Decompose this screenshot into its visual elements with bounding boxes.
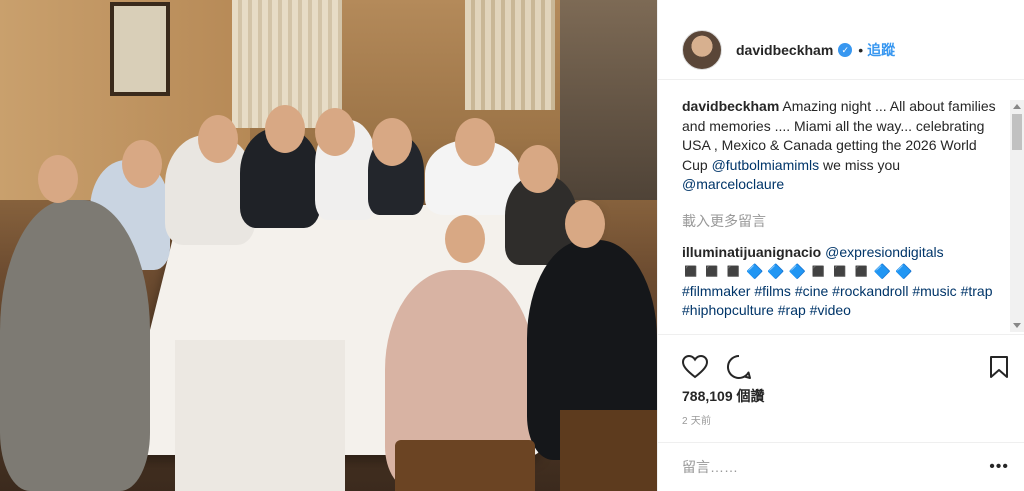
heart-icon[interactable] — [682, 354, 708, 379]
photo-person — [0, 200, 150, 491]
photo-face — [565, 200, 605, 248]
photo-face — [198, 115, 238, 163]
caption-username[interactable]: davidbeckham — [682, 98, 779, 114]
header-username[interactable]: davidbeckham — [736, 42, 833, 58]
scrollbar-thumb[interactable] — [1012, 114, 1022, 150]
comment-hashtag[interactable]: #rockandroll — [832, 283, 908, 299]
post-photo[interactable] — [0, 0, 657, 491]
photo-tablecloth — [175, 340, 345, 491]
comments-scrollbar[interactable] — [1010, 100, 1024, 332]
comment-hashtag[interactable]: #filmmaker — [682, 283, 750, 299]
photo-mirror — [560, 0, 657, 200]
comment-hashtag[interactable]: #hiphopculture — [682, 302, 774, 318]
comment-hashtag[interactable]: #music — [912, 283, 956, 299]
photo-face — [38, 155, 78, 203]
load-more-comments-button[interactable]: 載入更多留言 — [682, 211, 999, 231]
photo-face — [372, 118, 412, 166]
comment-hashtag[interactable]: #trap — [961, 283, 993, 299]
photo-wall-frame — [110, 2, 170, 96]
comment-username[interactable]: illuminatijuanignacio — [682, 244, 821, 260]
photo-face — [445, 215, 485, 263]
caption-mention[interactable]: @futbolmiamimls — [712, 157, 820, 173]
add-comment-section: ••• — [658, 442, 1024, 491]
comment-hashtag[interactable]: #rap — [778, 302, 806, 318]
comments-list: davidbeckham Amazing night ... All about… — [658, 80, 1024, 328]
photo-curtain-2 — [465, 0, 555, 110]
comment-bubble-icon[interactable] — [726, 354, 752, 380]
comment-emoji-line: ◼️ ◼️ ◼️ 🔷 🔷 🔷 ◼️ ◼️ ◼️ 🔷 🔷 — [682, 263, 913, 279]
more-options-icon[interactable]: ••• — [989, 458, 1009, 476]
like-count[interactable]: 788,109 個讚 — [682, 386, 765, 406]
photo-face — [518, 145, 558, 193]
comment: illuminatijuanignacio @expresiondigitals… — [682, 243, 999, 321]
scroll-up-icon[interactable] — [1013, 104, 1021, 109]
separator-dot: • — [858, 41, 864, 58]
photo-face — [122, 140, 162, 188]
photo-face — [455, 118, 495, 166]
photo-chair — [395, 440, 535, 491]
avatar[interactable] — [682, 29, 722, 70]
comment-hashtag[interactable]: #films — [754, 283, 791, 299]
comment-mention[interactable]: @expresiondigitals — [825, 244, 944, 260]
caption-mention[interactable]: @marceloclaure — [682, 176, 784, 192]
comment-hashtag[interactable]: #video — [810, 302, 851, 318]
bookmark-icon[interactable] — [989, 355, 1009, 379]
scroll-down-icon[interactable] — [1013, 323, 1021, 328]
verified-badge-icon: ✓ — [838, 42, 853, 57]
comment-input[interactable] — [682, 459, 990, 475]
caption-text: we miss you — [823, 156, 901, 173]
photo-chair — [560, 410, 657, 491]
post-header: davidbeckham ✓ • 追蹤 — [658, 0, 1024, 80]
caption: davidbeckham Amazing night ... All about… — [682, 97, 999, 195]
follow-button[interactable]: 追蹤 — [867, 40, 895, 60]
post-side-panel: davidbeckham ✓ • 追蹤 davidbeckham Amazing… — [657, 0, 1024, 491]
comment-hashtag[interactable]: #cine — [795, 283, 828, 299]
photo-face — [315, 108, 355, 156]
post-actions — [658, 334, 1024, 386]
photo-face — [265, 105, 305, 153]
post-timestamp[interactable]: 2 天前 — [682, 412, 711, 427]
